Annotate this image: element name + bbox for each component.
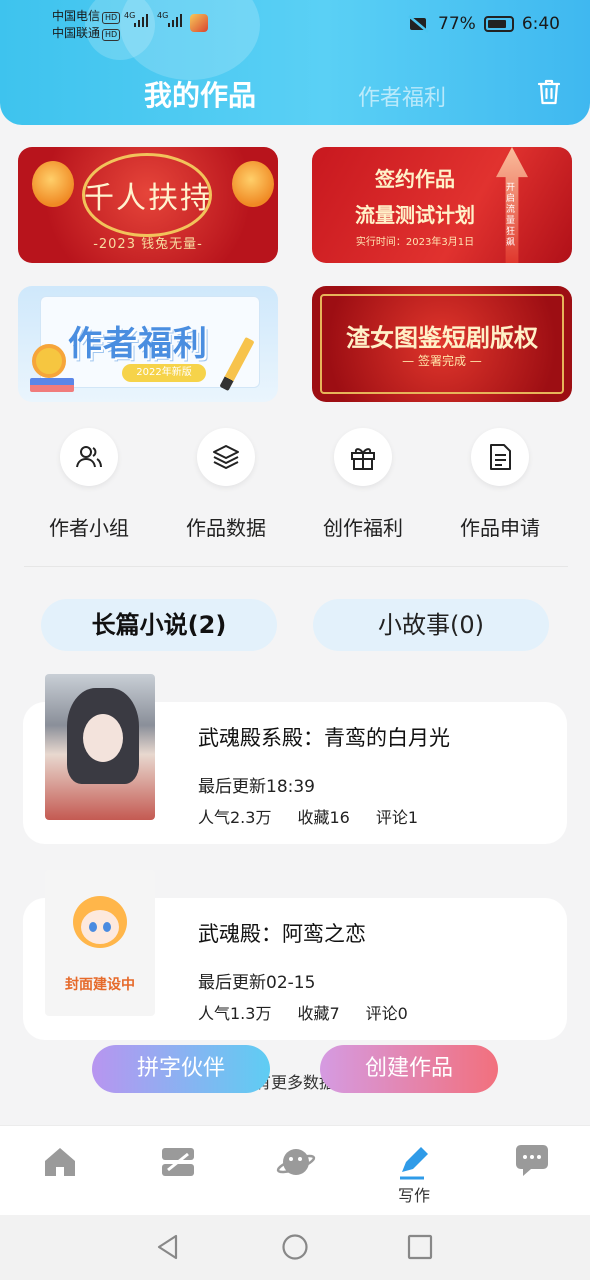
work-popularity: 人气1.3万 <box>198 1004 272 1023</box>
battery-percent: 77% <box>438 14 476 34</box>
carrier2-label: 中国联通 <box>52 26 101 40</box>
quick-icon-circle <box>60 428 118 486</box>
library-icon[interactable] <box>158 1142 198 1182</box>
mascot-eye <box>103 922 111 932</box>
banner-title: 渣女图鉴短剧版权 <box>346 323 538 352</box>
work-comments: 评论1 <box>375 808 419 827</box>
tab-author-welfare[interactable]: 作者福利 <box>358 80 446 112</box>
quick-work-application[interactable]: 作品申请 <box>440 425 560 545</box>
banner-support[interactable]: 千人扶持 -2023 钱兔无量- <box>18 147 278 263</box>
pen-icon[interactable] <box>394 1142 434 1182</box>
carrier-info: 中国电信 HD 中国联通 HD <box>52 8 121 42</box>
books-icon <box>30 378 74 392</box>
app-header: 中国电信 HD 中国联通 HD 4G 4G 77% 6:40 我的作品 作者福利 <box>0 0 590 125</box>
back-icon[interactable] <box>154 1233 182 1261</box>
document-icon <box>490 444 511 470</box>
chat-icon[interactable] <box>512 1142 552 1182</box>
tab-my-works[interactable]: 我的作品 <box>144 74 256 114</box>
banner-title: 千人扶持 <box>84 181 212 216</box>
signal-icon <box>134 14 148 27</box>
work-cover-image[interactable] <box>45 674 155 820</box>
banner-title-line2: 流量测试计划 <box>355 203 475 227</box>
no-sim-icon <box>408 15 429 33</box>
banner-side-text: 开启流量狂飙 <box>506 183 516 248</box>
trash-icon[interactable] <box>536 78 562 106</box>
cover-placeholder-text: 封面建设中 <box>65 977 135 993</box>
banner-drama-rights[interactable]: 渣女图鉴短剧版权 — 签署完成 — <box>312 286 572 402</box>
work-comments: 评论0 <box>365 1004 408 1023</box>
signal-icon <box>168 14 182 27</box>
carrier1-label: 中国电信 <box>52 9 101 23</box>
banner-tag: 2022年新版 <box>122 364 206 382</box>
people-icon <box>76 446 102 468</box>
mascot-face <box>81 910 119 944</box>
tab-write-label: 写作 <box>397 1186 430 1205</box>
battery-icon <box>483 16 514 32</box>
work-updated: 最后更新18:39 <box>198 777 315 797</box>
work-title[interactable]: 武魂殿系殿：青鸾的白月光 <box>198 722 450 752</box>
cover-art-face <box>83 714 123 762</box>
work-favorites: 收藏7 <box>297 1004 340 1023</box>
quick-label: 作者小组 <box>49 516 129 540</box>
work-title[interactable]: 武魂殿：阿鸾之恋 <box>198 918 366 948</box>
tab-short-story[interactable]: 小故事(0) <box>313 599 549 651</box>
banner-title: 作者福利 <box>68 324 208 364</box>
home-nav-icon[interactable] <box>281 1233 309 1261</box>
planet-icon[interactable] <box>276 1142 316 1182</box>
home-icon[interactable] <box>40 1142 80 1182</box>
work-updated: 最后更新02-15 <box>198 973 316 993</box>
quick-icon-circle <box>197 428 255 486</box>
quick-label: 作品数据 <box>186 516 266 540</box>
work-favorites: 收藏16 <box>297 808 350 827</box>
writing-partner-button[interactable]: 拼字伙伴 <box>92 1045 270 1093</box>
system-navigation-bar <box>0 1215 590 1280</box>
no-more-data-text: 没有更多数据了 <box>238 1073 351 1092</box>
app-notification-icon <box>190 14 208 32</box>
clock-time: 6:40 <box>521 14 560 34</box>
mascot-eye <box>89 922 97 932</box>
banner-subtitle: — 签署完成 — <box>402 354 482 368</box>
hd-badge: HD <box>102 29 121 41</box>
quick-icon-circle <box>471 428 529 486</box>
create-work-button[interactable]: 创建作品 <box>320 1045 498 1093</box>
status-bar: 中国电信 HD 中国联通 HD 4G 4G 77% 6:40 <box>0 6 590 44</box>
hd-badge: HD <box>102 12 121 24</box>
gift-icon <box>351 448 375 470</box>
tab-novel[interactable]: 长篇小说(2) <box>41 599 277 651</box>
banner-title: 签约作品 <box>375 167 455 191</box>
quick-label: 创作福利 <box>323 516 403 540</box>
quick-author-group[interactable]: 作者小组 <box>29 425 149 545</box>
network-type-label: 4G <box>157 11 169 20</box>
banner-subtitle: -2023 钱兔无量- <box>93 237 203 252</box>
work-popularity: 人气2.3万 <box>198 808 272 827</box>
section-divider <box>24 566 568 567</box>
status-right: 77% 6:40 <box>408 14 560 34</box>
work-stats: 人气1.3万 收藏7 评论0 <box>198 1000 434 1024</box>
quick-work-data[interactable]: 作品数据 <box>166 425 286 545</box>
bottom-tab-bar: 写作 <box>0 1125 590 1215</box>
banner-date: 实行时间：2023年3月1日 <box>355 237 475 248</box>
quick-icon-circle <box>334 428 392 486</box>
alarm-clock-icon <box>32 344 66 378</box>
layers-icon <box>213 445 239 469</box>
banner-author-welfare[interactable]: 作者福利 2022年新版 <box>18 286 278 402</box>
quick-label: 作品申请 <box>460 516 540 540</box>
work-cover-placeholder[interactable]: 封面建设中 <box>45 870 155 1016</box>
recents-icon[interactable] <box>406 1233 434 1261</box>
work-stats: 人气2.3万 收藏16 评论1 <box>198 804 444 828</box>
quick-creation-welfare[interactable]: 创作福利 <box>303 425 423 545</box>
banner-signed-traffic[interactable]: 签约作品 流量测试计划 实行时间：2023年3月1日 开启流量狂飙 <box>312 147 572 263</box>
